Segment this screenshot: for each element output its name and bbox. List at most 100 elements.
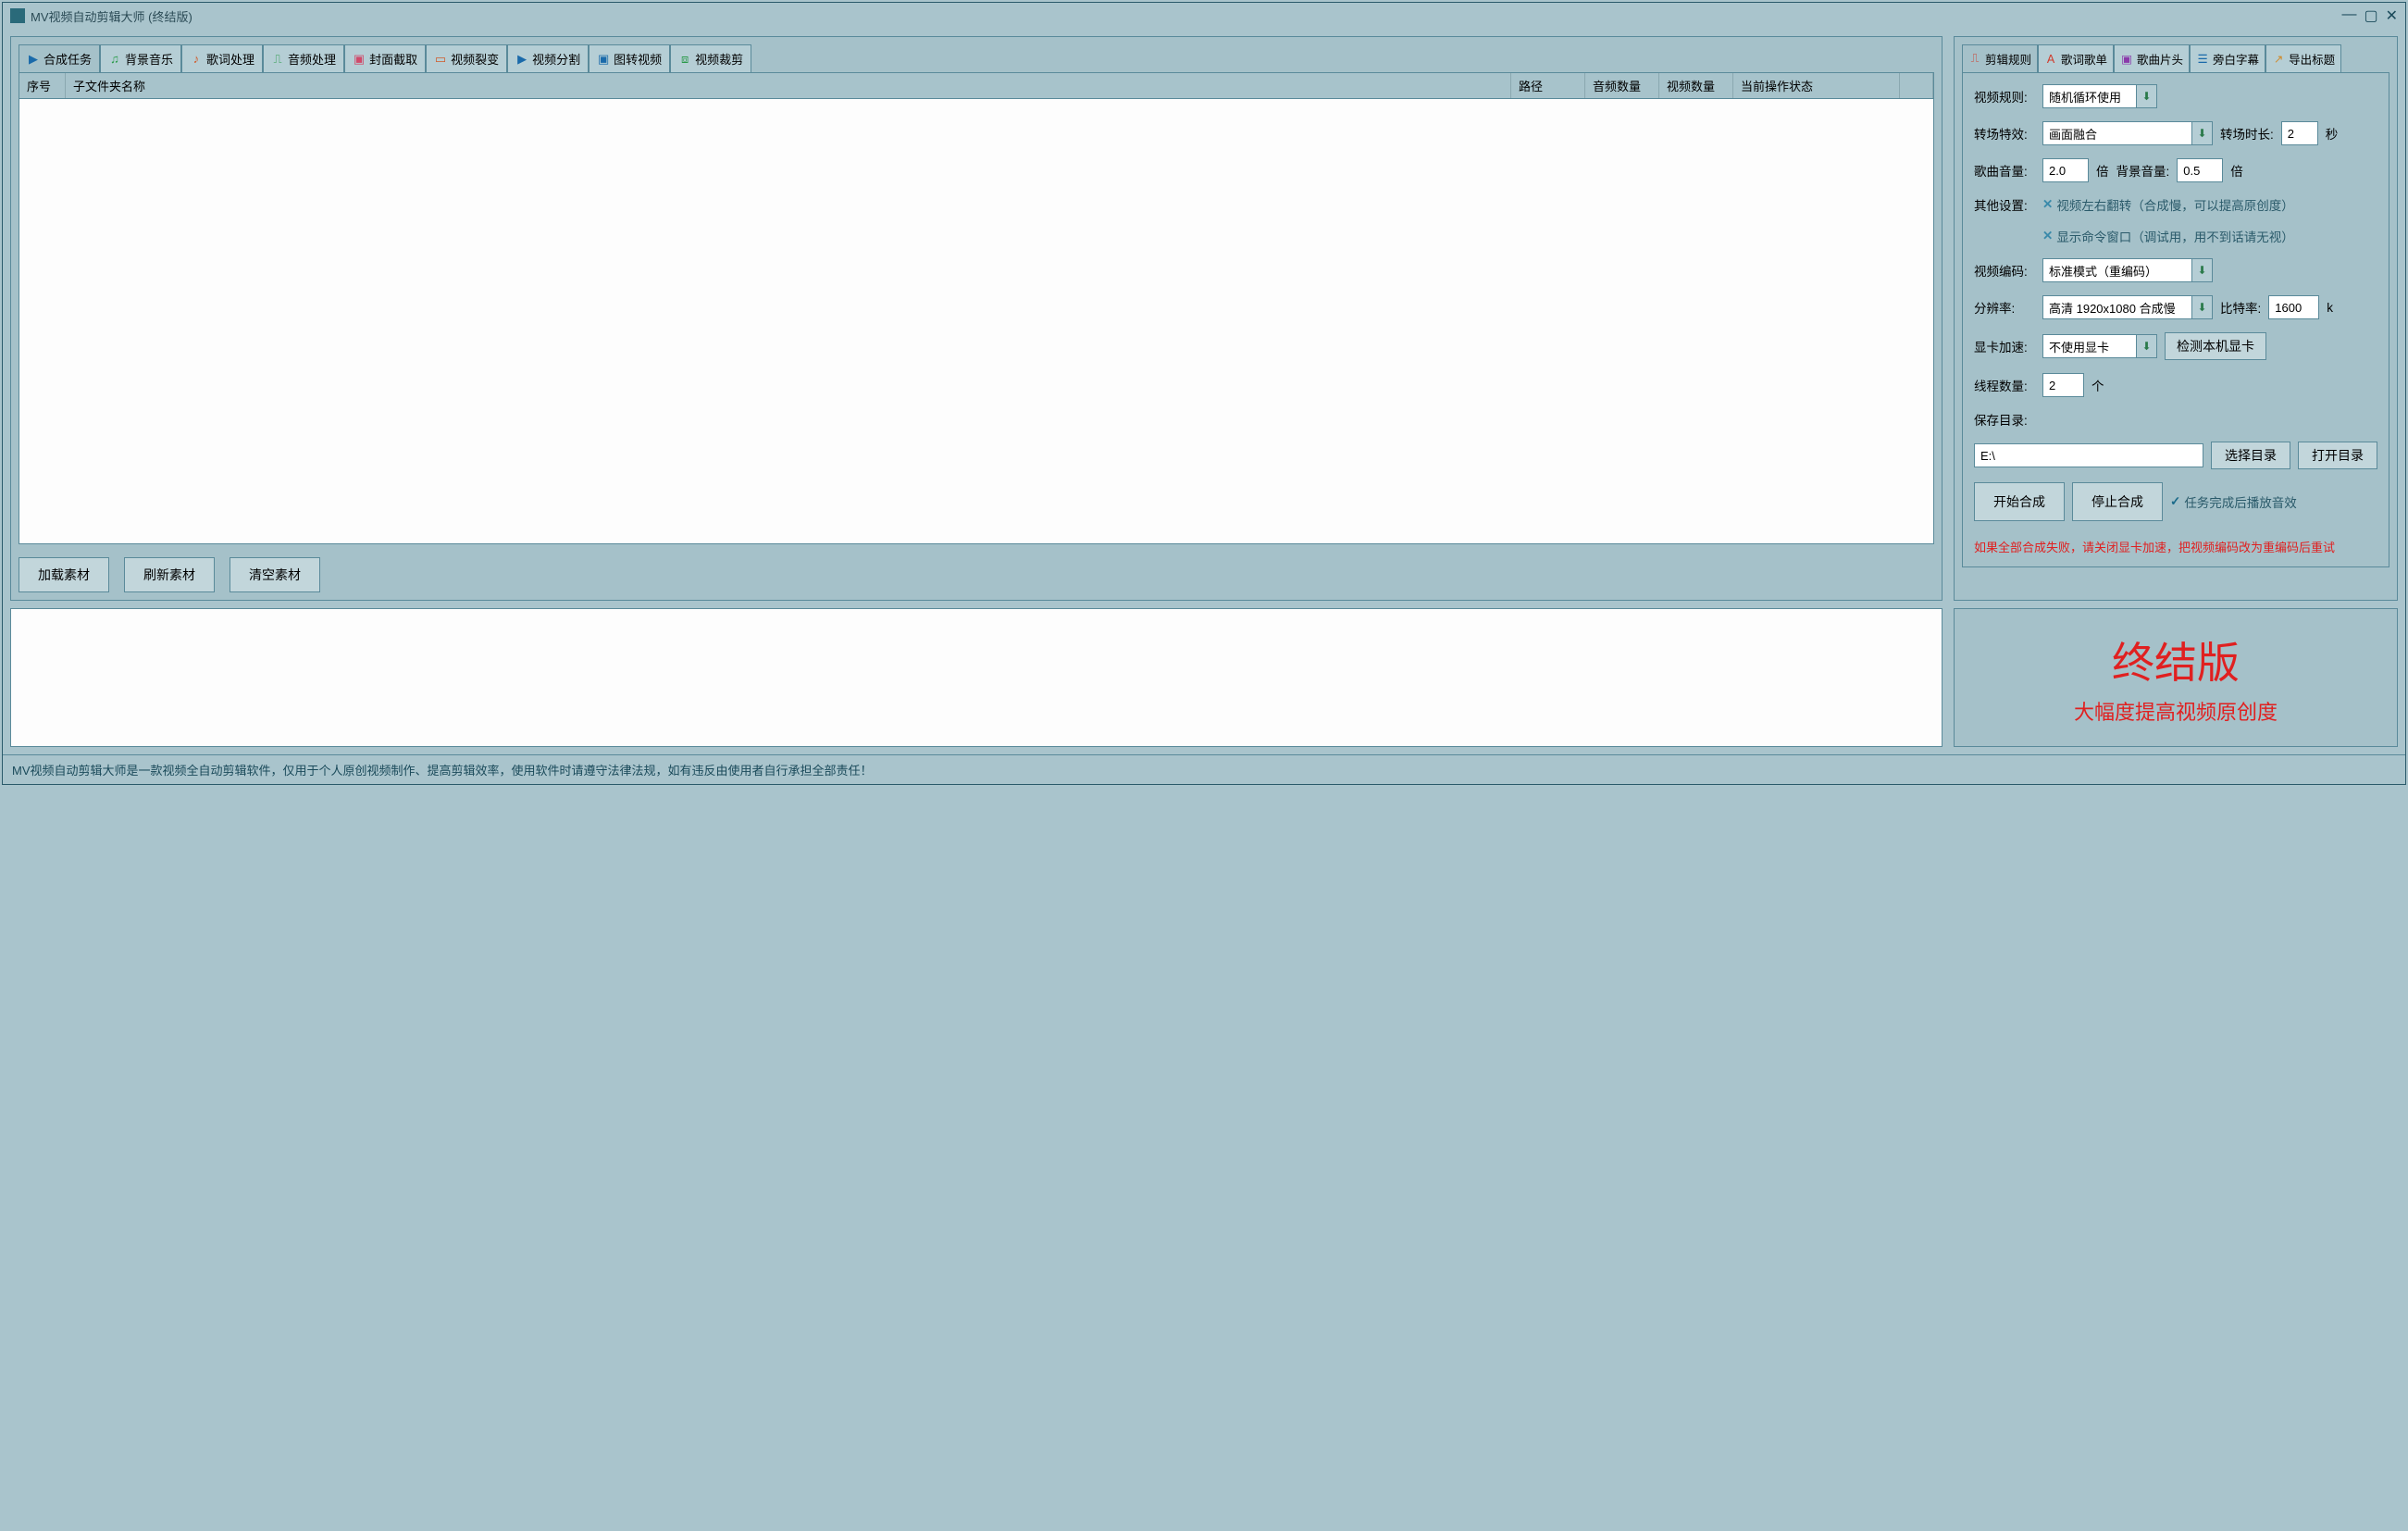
banner: 终结版 大幅度提高视频原创度 [1954,608,2398,747]
tab-subtitles[interactable]: ☰旁白字幕 [2190,44,2265,72]
label-gpu: 显卡加速: [1974,337,2035,355]
tab-img2video[interactable]: ▣图转视频 [589,44,670,72]
app-icon [10,8,25,23]
tab-audio[interactable]: ⎍音频处理 [263,44,344,72]
clear-material-button[interactable]: 清空素材 [230,557,320,592]
label-encode: 视频编码: [1974,261,2035,280]
material-table: 序号 子文件夹名称 路径 音频数量 视频数量 当前操作状态 [19,72,1934,544]
tab-crop[interactable]: ⧈视频裁剪 [670,44,751,72]
material-buttons: 加载素材 刷新素材 清空素材 [19,557,1934,592]
tab-lyrics[interactable]: ♪歌词处理 [181,44,263,72]
combo-transition[interactable]: ⬇ [2042,121,2213,145]
rules-form: 视频规则: ⬇ 转场特效: ⬇ 转场时长: 秒 歌曲音量: 倍 背景音量: 倍 [1962,72,2389,567]
detect-gpu-button[interactable]: 检测本机显卡 [2165,332,2266,360]
open-dir-button[interactable]: 打开目录 [2298,442,2377,469]
dropdown-icon[interactable]: ⬇ [2191,296,2212,318]
window-controls: — ▢ ✕ [2341,6,2398,25]
play-icon: ▶ [27,53,40,66]
combo-video-rule[interactable]: ⬇ [2042,84,2157,108]
unit-bei2: 倍 [2230,161,2243,180]
video-rule-input[interactable] [2043,85,2136,107]
left-panel: ▶合成任务 ♫背景音乐 ♪歌词处理 ⎍音频处理 ▣封面截取 ▭视频裂变 ▶视频分… [10,36,1943,601]
start-button[interactable]: 开始合成 [1974,482,2065,521]
tab-bgm[interactable]: ♫背景音乐 [100,44,181,72]
label-bitrate: 比特率: [2220,298,2261,317]
tab-split[interactable]: ▶视频分割 [507,44,589,72]
label-transition: 转场特效: [1974,124,2035,143]
song-vol-input[interactable] [2042,158,2089,182]
banner-subtitle: 大幅度提高视频原创度 [2074,696,2278,726]
combo-res[interactable]: ⬇ [2042,295,2213,319]
gpu-input[interactable] [2043,335,2136,357]
subtitle-icon: ☰ [2196,53,2209,66]
encode-input[interactable] [2043,259,2191,281]
threads-input[interactable] [2042,373,2084,397]
tab-songlist[interactable]: A歌词歌单 [2038,44,2114,72]
label-sec: 秒 [2326,124,2339,143]
log-panel [10,608,1943,747]
chk-flip[interactable]: ✕视频左右翻转（合成慢，可以提高原创度） [2042,195,2294,214]
dropdown-icon[interactable]: ⬇ [2136,85,2156,107]
tab-rules[interactable]: ⎍剪辑规则 [1962,44,2038,72]
col-path[interactable]: 路径 [1511,73,1585,98]
titlebar: MV视频自动剪辑大师 (终结版) — ▢ ✕ [3,3,2405,29]
x-icon: ✕ [2042,229,2053,243]
maximize-icon[interactable]: ▢ [2364,6,2377,25]
text-icon: A [2044,53,2057,66]
label-save: 保存目录: [1974,410,2035,429]
tab-intro[interactable]: ▣歌曲片头 [2114,44,2190,72]
tab-cover[interactable]: ▣封面截取 [344,44,426,72]
cut-icon: ▶ [515,53,528,66]
chk-play-sound[interactable]: ✓任务完成后播放音效 [2170,492,2297,511]
right-panel: ⎍剪辑规则 A歌词歌单 ▣歌曲片头 ☰旁白字幕 ↗导出标题 视频规则: ⬇ 转场… [1954,36,2398,601]
col-folder[interactable]: 子文件夹名称 [66,73,1511,98]
tab-fission[interactable]: ▭视频裂变 [426,44,507,72]
col-status[interactable]: 当前操作状态 [1733,73,1900,98]
close-icon[interactable]: ✕ [2386,6,2398,25]
dropdown-icon[interactable]: ⬇ [2136,335,2156,357]
bg-vol-input[interactable] [2177,158,2223,182]
refresh-material-button[interactable]: 刷新素材 [124,557,215,592]
minimize-icon[interactable]: — [2341,6,2356,25]
chk-show-cmd[interactable]: ✕显示命令窗口（调试用，用不到话请无视） [2042,227,2294,245]
pic-icon: ▣ [597,53,610,66]
label-res: 分辨率: [1974,298,2035,317]
music-icon: ♫ [108,53,121,66]
transition-input[interactable] [2043,122,2191,144]
crop-icon: ⧈ [678,53,691,66]
clip-icon: ▣ [2120,53,2133,66]
label-bg-vol: 背景音量: [2116,161,2170,180]
footer-text: MV视频自动剪辑大师是一款视频全自动剪辑软件，仅用于个人原创视频制作、提高剪辑效… [3,754,2405,784]
app-window: MV视频自动剪辑大师 (终结版) — ▢ ✕ ▶合成任务 ♫背景音乐 ♪歌词处理… [2,2,2406,785]
export-icon: ↗ [2272,53,2285,66]
lyrics-icon: ♪ [190,53,203,66]
unit-ge: 个 [2091,376,2104,394]
choose-dir-button[interactable]: 选择目录 [2211,442,2290,469]
x-icon: ✕ [2042,197,2053,212]
tab-compose[interactable]: ▶合成任务 [19,44,100,72]
wave-icon: ⎍ [271,53,284,66]
app-title: MV视频自动剪辑大师 (终结版) [31,7,192,25]
dropdown-icon[interactable]: ⬇ [2191,122,2212,144]
col-index[interactable]: 序号 [19,73,66,98]
bitrate-input[interactable] [2268,295,2319,319]
unit-k: k [2327,301,2333,315]
col-video-count[interactable]: 视频数量 [1659,73,1733,98]
stop-button[interactable]: 停止合成 [2072,482,2163,521]
transition-dur-input[interactable] [2281,121,2318,145]
tab-export-title[interactable]: ↗导出标题 [2265,44,2341,72]
save-path-input[interactable] [1974,443,2203,467]
unit-bei1: 倍 [2096,161,2109,180]
col-audio-count[interactable]: 音频数量 [1585,73,1659,98]
combo-encode[interactable]: ⬇ [2042,258,2213,282]
warning-text: 如果全部合成失败，请关闭显卡加速，把视频编码改为重编码后重试 [1974,538,2377,555]
load-material-button[interactable]: 加载素材 [19,557,109,592]
label-song-vol: 歌曲音量: [1974,161,2035,180]
label-transition-dur: 转场时长: [2220,124,2274,143]
res-input[interactable] [2043,296,2191,318]
combo-gpu[interactable]: ⬇ [2042,334,2157,358]
right-tabs: ⎍剪辑规则 A歌词歌单 ▣歌曲片头 ☰旁白字幕 ↗导出标题 [1962,44,2389,72]
dropdown-icon[interactable]: ⬇ [2191,259,2212,281]
label-other: 其他设置: [1974,195,2035,214]
table-header: 序号 子文件夹名称 路径 音频数量 视频数量 当前操作状态 [19,73,1933,99]
